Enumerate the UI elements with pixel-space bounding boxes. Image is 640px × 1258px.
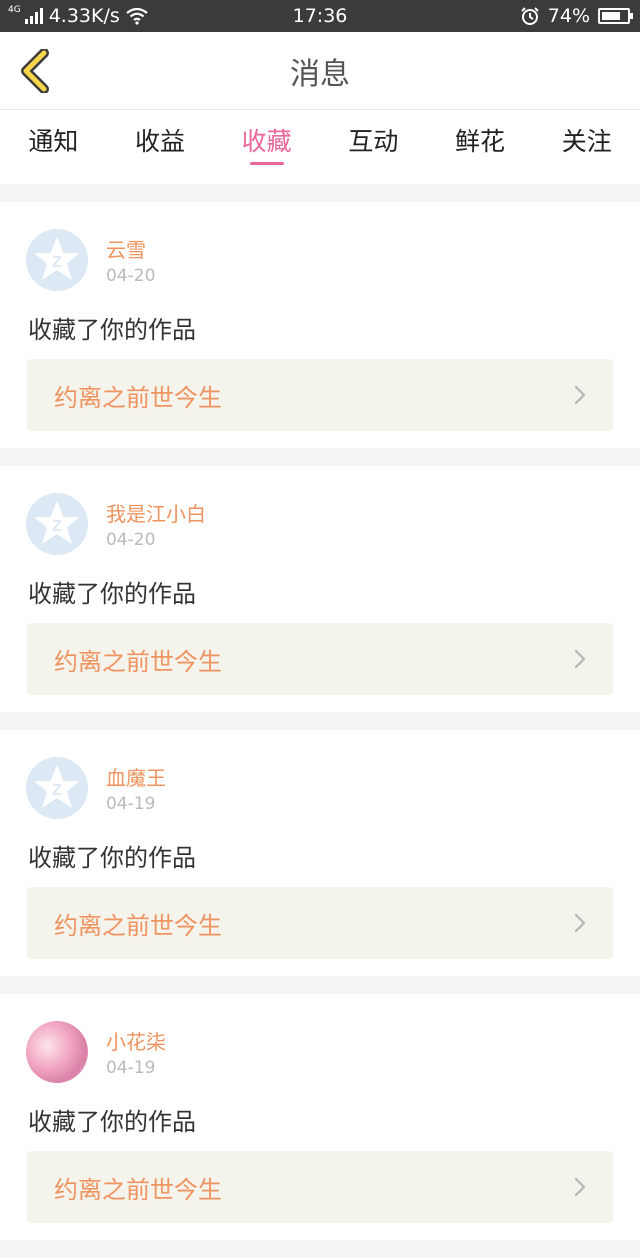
tab-bar: 通知 收益 收藏 互动 鲜花 关注 bbox=[0, 110, 640, 184]
tab-item[interactable]: 关注 bbox=[533, 110, 640, 184]
work-title: 约离之前世今生 bbox=[54, 1175, 222, 1204]
tab-item[interactable]: 互动 bbox=[320, 110, 427, 184]
battery-fill bbox=[602, 12, 620, 20]
username[interactable]: 云雪 bbox=[106, 234, 146, 263]
tab-label: 收益 bbox=[135, 127, 186, 156]
work-link[interactable]: 约离之前世今生 bbox=[27, 359, 613, 431]
nav-header: 消息 bbox=[0, 32, 640, 110]
action-text: 收藏了你的作品 bbox=[28, 316, 196, 344]
tab-label: 互动 bbox=[348, 127, 399, 156]
message-date: 04-19 bbox=[106, 794, 156, 814]
default-avatar-icon[interactable]: Z bbox=[26, 229, 88, 291]
message-date: 04-20 bbox=[106, 266, 156, 286]
tab-label: 关注 bbox=[561, 127, 612, 156]
message-date: 04-19 bbox=[106, 1058, 156, 1078]
chevron-right-icon bbox=[574, 913, 586, 933]
page-title: 消息 bbox=[290, 57, 350, 92]
battery-icon bbox=[598, 8, 633, 24]
action-text: 收藏了你的作品 bbox=[28, 1108, 196, 1136]
status-bar: 4G 4.33K/s 17:36 74% bbox=[0, 0, 640, 32]
tab-item[interactable]: 通知 bbox=[0, 110, 107, 184]
svg-text:Z: Z bbox=[52, 518, 62, 535]
message-card: Z 血魔王 04-19 收藏了你的作品约离之前世今生 bbox=[0, 730, 640, 976]
svg-text:Z: Z bbox=[52, 254, 62, 271]
chevron-right-icon bbox=[574, 385, 586, 405]
user-avatar[interactable] bbox=[26, 1021, 88, 1083]
work-link[interactable]: 约离之前世今生 bbox=[27, 623, 613, 695]
chevron-right-icon bbox=[574, 649, 586, 669]
message-card: 小花柒 04-19 收藏了你的作品约离之前世今生 bbox=[0, 994, 640, 1240]
username[interactable]: 小花柒 bbox=[106, 1026, 166, 1055]
tab-label: 通知 bbox=[28, 127, 79, 156]
default-avatar-icon[interactable]: Z bbox=[26, 493, 88, 555]
tab-item[interactable]: 收藏 bbox=[213, 110, 320, 184]
message-list: Z 云雪 04-20 收藏了你的作品 约离之前世今生 Z 我是江小白 04-20 收藏了你的作品… bbox=[0, 202, 640, 1258]
tab-label: 收藏 bbox=[241, 127, 292, 156]
work-title: 约离之前世今生 bbox=[54, 647, 222, 676]
work-link[interactable]: 约离之前世今生 bbox=[27, 887, 613, 959]
username[interactable]: 我是江小白 bbox=[106, 498, 206, 527]
message-card: Z 云雪 04-20 收藏了你的作品约离之前世今生 bbox=[0, 202, 640, 448]
status-time: 17:36 bbox=[292, 5, 348, 27]
work-title: 约离之前世今生 bbox=[54, 383, 222, 412]
chevron-right-icon bbox=[574, 1177, 586, 1197]
tab-label: 鲜花 bbox=[455, 127, 506, 156]
active-tab-indicator bbox=[249, 162, 284, 165]
alarm-icon bbox=[521, 7, 539, 25]
username[interactable]: 血魔王 bbox=[106, 762, 166, 791]
work-title: 约离之前世今生 bbox=[54, 911, 222, 940]
message-date: 04-20 bbox=[106, 530, 156, 550]
action-text: 收藏了你的作品 bbox=[28, 844, 196, 872]
message-card: Z 我是江小白 04-20 收藏了你的作品约离之前世今生 bbox=[0, 466, 640, 712]
work-link[interactable]: 约离之前世今生 bbox=[27, 1151, 613, 1223]
action-text: 收藏了你的作品 bbox=[28, 580, 196, 608]
default-avatar-icon[interactable]: Z bbox=[26, 757, 88, 819]
svg-text:Z: Z bbox=[52, 782, 62, 799]
status-right: 74% bbox=[520, 0, 633, 32]
tab-item[interactable]: 鲜花 bbox=[427, 110, 534, 184]
tab-item[interactable]: 收益 bbox=[107, 110, 214, 184]
battery-percent: 74% bbox=[547, 5, 590, 27]
